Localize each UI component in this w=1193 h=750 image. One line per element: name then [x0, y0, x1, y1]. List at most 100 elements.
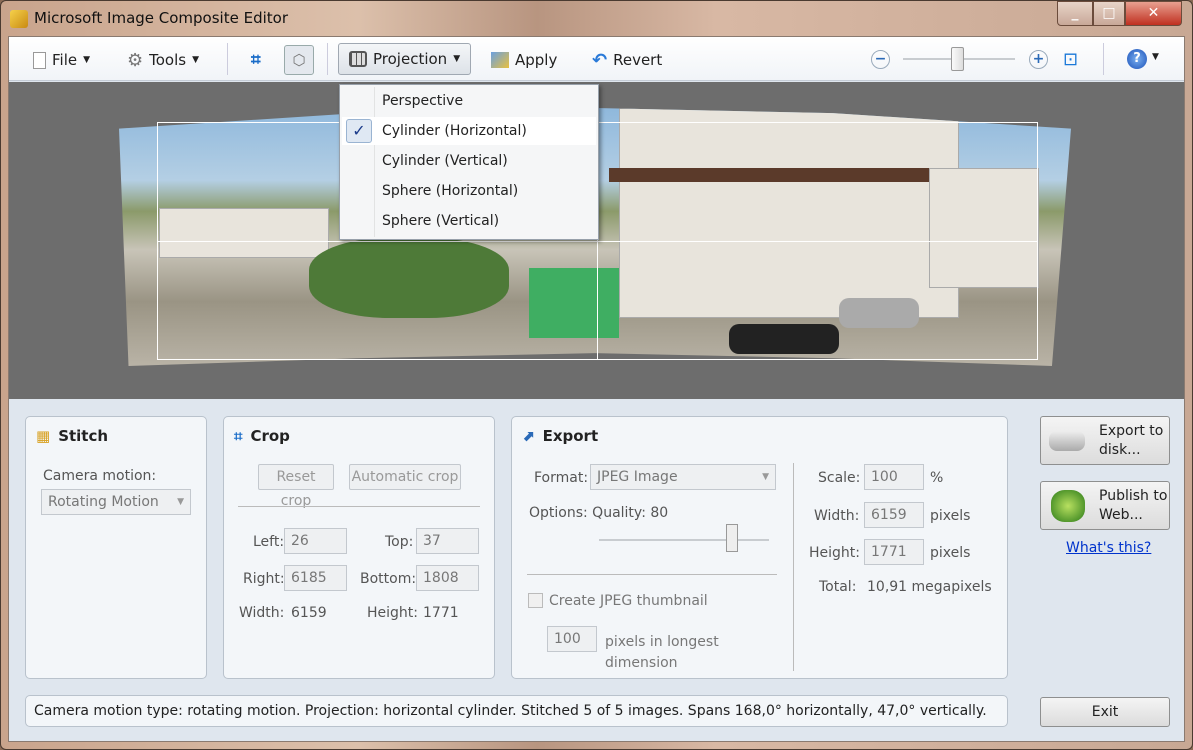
right-label: Right: [243, 571, 285, 587]
dropdown-arrow-icon: ▼ [192, 55, 200, 65]
separator [227, 43, 228, 75]
height-unit: pixels [930, 545, 971, 561]
tools-menu[interactable]: ⚙ Tools ▼ [121, 47, 205, 73]
app-icon [10, 10, 28, 28]
photosynth-icon [1051, 490, 1085, 522]
camera-motion-value: Rotating Motion [48, 494, 159, 510]
crop-icon: ⌗ [234, 427, 243, 445]
separator [327, 43, 328, 75]
publish-to-web-label: Publish to Web... [1099, 488, 1168, 523]
top-field[interactable]: 37 [416, 528, 479, 554]
menu-item-label: Cylinder (Vertical) [382, 153, 508, 169]
scale-label: Scale: [818, 470, 861, 486]
menu-item-sphere-horizontal[interactable]: Sphere (Horizontal) [342, 177, 596, 205]
cylinder-icon [349, 51, 367, 67]
stitch-icon: ▦ [36, 427, 51, 445]
cube-icon: ⬡ [292, 51, 306, 69]
reset-crop-button[interactable]: Reset crop [258, 464, 334, 509]
thumbnail-unit-label: pixels in longest dimension [605, 634, 719, 671]
menu-item-perspective[interactable]: Perspective [342, 87, 596, 115]
export-height-label: Height: [809, 545, 860, 561]
chevron-down-icon: ▼ [762, 472, 769, 482]
stitch-panel: ▦ Stitch Camera motion: Rotating Motion ▼ [25, 416, 207, 679]
camera-motion-select[interactable]: Rotating Motion ▼ [41, 489, 191, 515]
width-unit: pixels [930, 508, 971, 524]
total-value: 10,91 megapixels [867, 579, 992, 595]
fit-to-window-icon[interactable]: ⊡ [1063, 49, 1078, 70]
left-label: Left: [253, 534, 285, 550]
checkmark-icon: ✓ [346, 119, 372, 143]
zoom-slider-thumb[interactable] [951, 47, 964, 71]
help-dropdown-arrow-icon[interactable]: ▼ [1152, 52, 1159, 62]
whats-this-link[interactable]: What's this? [1066, 540, 1151, 556]
menu-item-cylinder-vertical[interactable]: Cylinder (Vertical) [342, 147, 596, 175]
minimize-button[interactable]: _ [1057, 1, 1093, 26]
crop-title: Crop [250, 427, 290, 445]
width-label: Width: [239, 605, 285, 621]
menu-item-label: Sphere (Horizontal) [382, 183, 519, 199]
close-button[interactable]: ✕ [1125, 1, 1182, 26]
file-icon [33, 51, 46, 69]
zoom-in-button[interactable]: + [1029, 50, 1048, 69]
dropdown-arrow-icon: ▼ [453, 54, 461, 64]
export-to-disk-button[interactable]: Export to disk... [1040, 416, 1170, 465]
format-label: Format: [534, 470, 589, 486]
separator [1103, 43, 1104, 75]
zoom-out-button[interactable]: − [871, 50, 890, 69]
bottom-label: Bottom: [360, 571, 417, 587]
projection-dropdown-menu: Perspective ✓ Cylinder (Horizontal) Cylin… [339, 84, 599, 240]
stitch-title: Stitch [58, 427, 109, 445]
export-to-disk-label: Export to disk... [1099, 423, 1164, 458]
format-select[interactable]: JPEG Image ▼ [590, 464, 776, 490]
projection-tool-button[interactable]: ⬡ [284, 45, 314, 75]
publish-to-web-button[interactable]: Publish to Web... [1040, 481, 1170, 530]
help-icon[interactable]: ? [1127, 49, 1147, 69]
toolbar: File ▼ ⚙ Tools ▼ ⌗ ⬡ Projection ▼ Apply ↶ Rev… [9, 37, 1184, 81]
chevron-down-icon: ▼ [177, 497, 184, 507]
menu-item-sphere-vertical[interactable]: Sphere (Vertical) [342, 207, 596, 235]
revert-label: Revert [613, 51, 663, 69]
crop-tool-button[interactable]: ⌗ [245, 47, 267, 73]
gear-icon: ⚙ [127, 49, 144, 71]
exit-button[interactable]: Exit [1040, 697, 1170, 727]
scale-field[interactable]: 100 [864, 464, 924, 490]
menu-item-label: Perspective [382, 93, 464, 109]
projection-label: Projection [373, 50, 448, 68]
quality-slider[interactable] [599, 539, 769, 541]
export-title: Export [542, 427, 599, 445]
window-title: Microsoft Image Composite Editor [34, 9, 288, 27]
width-value: 6159 [291, 605, 327, 621]
crop-icon: ⌗ [251, 50, 261, 70]
divider [527, 574, 777, 575]
export-width-label: Width: [814, 508, 860, 524]
crop-gridline [158, 241, 1037, 242]
tools-label: Tools [149, 51, 187, 69]
projection-menu-button[interactable]: Projection ▼ [338, 43, 472, 75]
client-area: File ▼ ⚙ Tools ▼ ⌗ ⬡ Projection ▼ Apply ↶ Rev… [8, 36, 1185, 742]
file-label: File [52, 51, 78, 69]
bottom-field[interactable]: 1808 [416, 565, 479, 591]
crop-header: ⌗ Crop [234, 427, 290, 445]
disk-icon [1049, 431, 1085, 451]
export-panel: ⬈ Export Format: JPEG Image ▼ Options: Qua… [511, 416, 1008, 679]
thumbnail-checkbox[interactable] [528, 593, 543, 608]
menu-item-label: Sphere (Vertical) [382, 213, 500, 229]
thumbnail-size-field[interactable]: 100 [547, 626, 597, 652]
export-width-field[interactable]: 6159 [864, 502, 924, 528]
dropdown-arrow-icon: ▼ [83, 55, 91, 65]
format-value: JPEG Image [597, 469, 678, 485]
revert-button[interactable]: ↶ Revert [586, 47, 668, 73]
automatic-crop-button[interactable]: Automatic crop [349, 464, 461, 490]
file-menu[interactable]: File ▼ [27, 47, 96, 73]
apply-button[interactable]: Apply [485, 47, 563, 73]
export-header: ⬈ Export [522, 427, 598, 445]
right-field[interactable]: 6185 [284, 565, 347, 591]
height-value: 1771 [423, 605, 459, 621]
maximize-button[interactable]: □ [1093, 1, 1125, 26]
export-height-field[interactable]: 1771 [864, 539, 924, 565]
divider [793, 463, 794, 671]
left-field[interactable]: 26 [284, 528, 347, 554]
quality-slider-thumb[interactable] [726, 524, 738, 552]
crop-panel: ⌗ Crop Reset crop Automatic crop Left: 26… [223, 416, 495, 679]
menu-item-cylinder-horizontal[interactable]: ✓ Cylinder (Horizontal) [342, 117, 596, 145]
